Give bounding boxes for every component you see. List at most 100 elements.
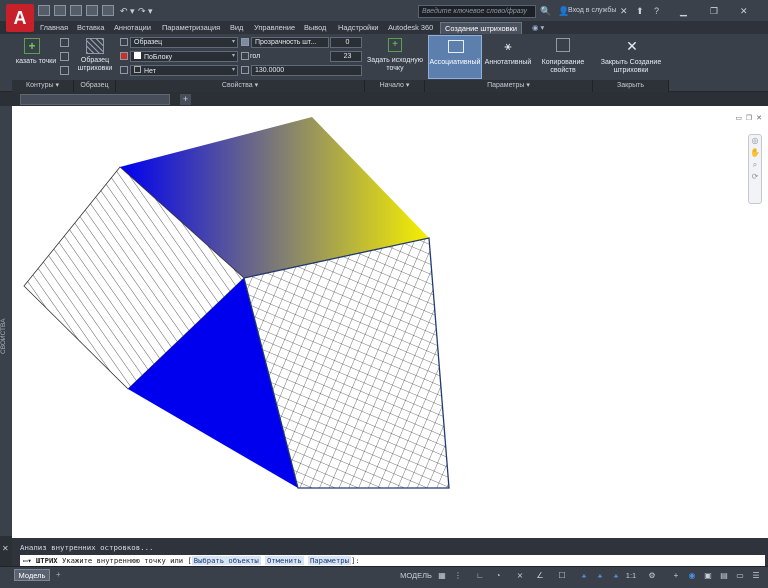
tab-annotate[interactable]: Аннотации — [114, 22, 151, 34]
orbit-icon[interactable]: ⟳ — [749, 171, 761, 183]
tab-view[interactable]: Вид — [230, 22, 243, 34]
match-properties-button[interactable]: Копирование свойств — [536, 59, 590, 75]
search-input[interactable]: Введите ключевое слово/фразу — [418, 5, 536, 18]
document-tab[interactable] — [20, 94, 170, 105]
properties-icon[interactable]: ▤ — [718, 570, 730, 582]
isolate-objects-icon[interactable]: ◉ — [686, 570, 698, 582]
scale-selector[interactable]: 1:1 — [622, 570, 640, 582]
zoom-icon[interactable]: ⌕ — [749, 159, 761, 171]
app-logo-icon[interactable]: A — [6, 4, 34, 32]
tab-insert[interactable]: Вставка — [77, 22, 104, 34]
associative-toggle[interactable]: Ассоциативный — [428, 35, 482, 79]
option-parameters[interactable]: Параметры — [307, 556, 351, 565]
panel-properties-title[interactable]: Свойства ▾ — [116, 80, 365, 92]
minimize-button[interactable]: ▁ — [680, 5, 687, 17]
properties-palette-strip[interactable]: СВОЙСТВА — [0, 106, 12, 536]
hatch-type-icon — [120, 38, 128, 46]
drawing-canvas[interactable]: ▭ ❐ ✕ ◎ ✋ ⌕ ⟳ — [12, 106, 768, 538]
undo-icon[interactable]: ↶ ▾ — [120, 5, 135, 17]
option-undo[interactable]: Отменить — [265, 556, 304, 565]
model-layout-tab[interactable]: Модель — [14, 569, 50, 581]
hatch-pattern-button[interactable]: Образец штриховки — [74, 57, 116, 73]
scale-value[interactable]: 130.0000 — [251, 65, 362, 76]
tab-autodesk360[interactable]: Autodesk 360 — [388, 22, 433, 34]
tab-output[interactable]: Вывод — [304, 22, 326, 34]
remove-boundary-icon[interactable] — [60, 52, 69, 61]
open-file-icon[interactable] — [54, 5, 66, 16]
command-suffix: ]: — [350, 556, 360, 565]
command-close-icon[interactable]: ✕ — [2, 544, 9, 553]
option-select-objects[interactable]: Выбрать объекты — [191, 556, 261, 565]
panel-close-title[interactable]: Закрыть — [593, 80, 669, 92]
transparency-value[interactable]: 0 — [330, 37, 362, 48]
restore-button[interactable]: ❐ — [710, 5, 718, 17]
navigation-bar[interactable]: ◎ ✋ ⌕ ⟳ — [748, 134, 762, 204]
command-history: Анализ внутренних островков... — [20, 543, 154, 552]
ortho-icon[interactable]: ∟ — [474, 570, 486, 582]
command-name: ШТРИХ — [35, 556, 58, 565]
new-file-icon[interactable] — [38, 5, 50, 16]
a360-icon[interactable]: ⬆ — [636, 5, 644, 17]
viewport-close-icon[interactable]: ✕ — [756, 114, 762, 122]
ribbon-tab-bar: Главная Вставка Аннотации Параметризация… — [34, 21, 768, 34]
pick-points-icon: + — [24, 38, 40, 54]
command-prompt-text: Укажите внутреннюю точку или — [61, 556, 184, 565]
panel-pattern-title[interactable]: Образец — [74, 80, 116, 92]
viewport-restore-icon[interactable]: ❐ — [746, 114, 752, 122]
add-icon[interactable]: + — [670, 570, 682, 582]
new-tab-button[interactable]: + — [180, 94, 191, 105]
tab-hatch-creation[interactable]: Создание штриховки — [440, 22, 522, 34]
background-color-select[interactable]: Нет ▾ — [130, 65, 238, 76]
select-objects-icon[interactable] — [60, 38, 69, 47]
transparency-label[interactable]: Прозрачность шт... — [251, 37, 329, 48]
annotative-button[interactable]: Аннотативный — [482, 59, 534, 67]
panel-options-title[interactable]: Параметры ▾ — [425, 80, 593, 92]
auto-scale-icon[interactable]: ⚹ — [594, 570, 606, 582]
command-input[interactable]: ▭▾ ШТРИХ Укажите внутреннюю точку или [В… — [20, 555, 765, 566]
help-button[interactable]: ? — [654, 5, 659, 17]
polar-icon[interactable]: ◔ — [492, 570, 504, 582]
model-space-button[interactable]: МОДЕЛЬ — [398, 570, 434, 582]
panel-contours-title[interactable]: Контуры ▾ — [12, 80, 74, 92]
annotative-icon: ⚹ — [504, 39, 512, 53]
clean-screen-icon[interactable]: ▭ — [734, 570, 746, 582]
tab-parametric[interactable]: Параметризация — [162, 22, 220, 34]
tab-manage[interactable]: Управление — [254, 22, 295, 34]
tab-extra-icon[interactable]: ◉ ▾ — [532, 22, 544, 34]
grid-icon[interactable]: ▦ — [436, 570, 448, 582]
associative-label: Ассоциативный — [429, 59, 481, 66]
osnap-icon[interactable]: ⨯ — [514, 570, 526, 582]
angle-icon — [241, 52, 249, 60]
workspace-icon[interactable]: ⚙ — [646, 570, 658, 582]
lineweight-icon[interactable]: ☐ — [556, 570, 568, 582]
close-hatch-button[interactable]: Закрыть Создание штриховки — [594, 59, 668, 75]
panel-origin-title[interactable]: Начало ▾ — [365, 80, 425, 92]
hatch-type-select[interactable]: Образец ▾ — [130, 37, 238, 48]
annotation-visibility-icon[interactable]: ⚹ — [578, 570, 590, 582]
customization-menu-icon[interactable]: ☰ — [750, 570, 762, 582]
annotation-scale-icon[interactable]: ⚹ — [610, 570, 622, 582]
hatch-color-select[interactable]: ПоБлоку ▾ — [130, 51, 238, 62]
snap-icon[interactable]: ⋮ — [452, 570, 464, 582]
save-icon[interactable] — [70, 5, 82, 16]
pan-icon[interactable]: ✋ — [749, 147, 761, 159]
pick-points-button[interactable]: казать точки — [12, 58, 60, 66]
tab-home[interactable]: Главная — [40, 22, 68, 34]
save-as-icon[interactable] — [86, 5, 98, 16]
otrack-icon[interactable]: ∠ — [534, 570, 546, 582]
add-layout-icon[interactable]: + — [56, 570, 61, 579]
command-prompt-icon[interactable]: ▭▾ — [23, 556, 36, 565]
exchange-icon[interactable]: ✕ — [620, 5, 628, 17]
angle-value[interactable]: 23 — [330, 51, 362, 62]
steering-wheel-icon[interactable]: ◎ — [749, 135, 761, 147]
hardware-acceleration-icon[interactable]: ▣ — [702, 570, 714, 582]
search-icon[interactable]: 🔍 — [540, 5, 551, 17]
sign-in-button[interactable]: Вход в службы — [568, 5, 616, 17]
viewport-minimize-icon[interactable]: ▭ — [735, 114, 742, 122]
recreate-boundary-icon[interactable] — [60, 66, 69, 75]
redo-icon[interactable]: ↷ ▾ — [138, 5, 153, 17]
close-window-button[interactable]: ✕ — [740, 5, 748, 17]
tab-addins[interactable]: Надстройки — [338, 22, 379, 34]
set-origin-button[interactable]: Задать исходную точку — [366, 57, 424, 73]
print-icon[interactable] — [102, 5, 114, 16]
